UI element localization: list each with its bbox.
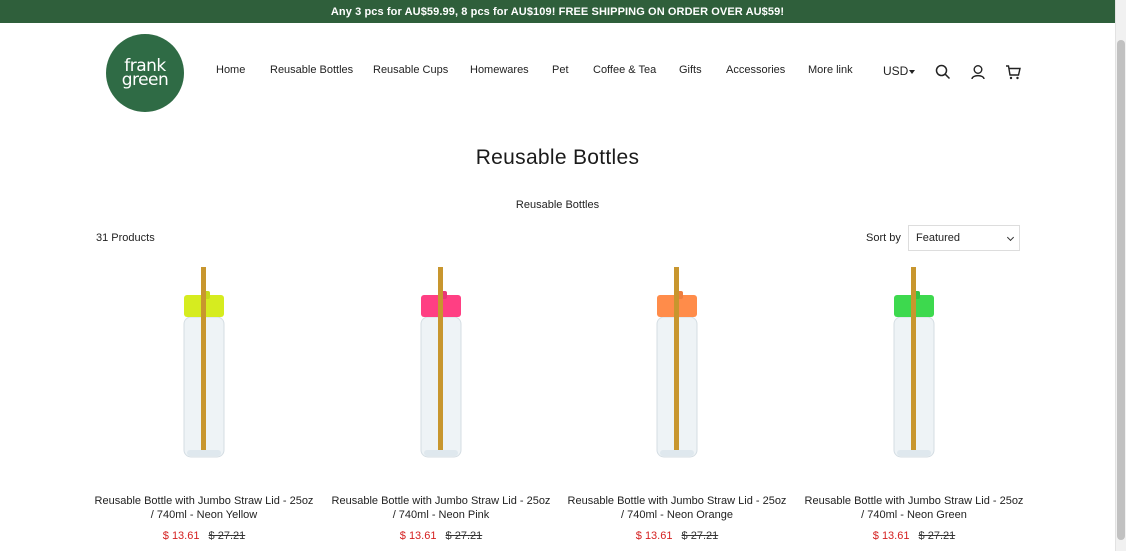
nav-item-coffee-tea[interactable]: Coffee & Tea bbox=[593, 64, 656, 76]
original-price: $ 27.21 bbox=[681, 530, 719, 542]
sale-price: $ 13.61 bbox=[635, 530, 673, 542]
product-price: $ 13.61 $ 27.21 bbox=[567, 530, 787, 542]
product-image[interactable] bbox=[408, 265, 474, 465]
sale-price: $ 13.61 bbox=[872, 530, 910, 542]
nav-item-reusable-cups[interactable]: Reusable Cups bbox=[373, 64, 448, 76]
nav-item-gifts[interactable]: Gifts bbox=[679, 64, 702, 76]
sort-label: Sort by bbox=[866, 232, 901, 244]
product-title[interactable]: Reusable Bottle with Jumbo Straw Lid - 2… bbox=[94, 494, 314, 522]
site-header: frank green Home Reusable Bottles Reusab… bbox=[0, 23, 1115, 123]
product-price: $ 13.61 $ 27.21 bbox=[331, 530, 551, 542]
nav-item-reusable-bottles[interactable]: Reusable Bottles bbox=[270, 64, 353, 76]
chevron-down-icon bbox=[1006, 233, 1015, 242]
product-image[interactable] bbox=[644, 265, 710, 465]
product-card[interactable]: Reusable Bottle with Jumbo Straw Lid - 2… bbox=[331, 265, 551, 551]
product-card[interactable]: Reusable Bottle with Jumbo Straw Lid - 2… bbox=[567, 265, 787, 551]
product-price: $ 13.61 $ 27.21 bbox=[94, 530, 314, 542]
sale-price: $ 13.61 bbox=[162, 530, 200, 542]
logo[interactable]: frank green bbox=[106, 34, 184, 112]
announcement-text: Any 3 pcs for AU$59.99, 8 pcs for AU$109… bbox=[330, 5, 785, 18]
original-price: $ 27.21 bbox=[918, 530, 956, 542]
product-count: 31 Products bbox=[96, 232, 155, 244]
product-title[interactable]: Reusable Bottle with Jumbo Straw Lid - 2… bbox=[331, 494, 551, 522]
product-image[interactable] bbox=[171, 265, 237, 465]
sale-price: $ 13.61 bbox=[399, 530, 437, 542]
logo-text-line2: green bbox=[121, 70, 169, 90]
nav-item-home[interactable]: Home bbox=[216, 64, 245, 76]
scrollbar[interactable] bbox=[1115, 0, 1126, 551]
cart-icon[interactable] bbox=[1005, 64, 1021, 80]
original-price: $ 27.21 bbox=[445, 530, 483, 542]
product-image[interactable] bbox=[881, 265, 947, 465]
page-title: Reusable Bottles bbox=[475, 146, 640, 169]
product-price: $ 13.61 $ 27.21 bbox=[804, 530, 1024, 542]
product-card[interactable]: Reusable Bottle with Jumbo Straw Lid - 2… bbox=[94, 265, 314, 551]
currency-selector[interactable]: USD bbox=[883, 64, 908, 78]
nav-item-more-link[interactable]: More link bbox=[808, 64, 853, 76]
nav-item-homewares[interactable]: Homewares bbox=[470, 64, 529, 76]
announcement-bar: Any 3 pcs for AU$59.99, 8 pcs for AU$109… bbox=[0, 0, 1115, 23]
chevron-down-icon[interactable] bbox=[909, 70, 915, 74]
user-icon[interactable] bbox=[970, 64, 986, 80]
nav-item-pet[interactable]: Pet bbox=[552, 64, 569, 76]
breadcrumb[interactable]: Reusable Bottles bbox=[0, 199, 1115, 211]
product-title[interactable]: Reusable Bottle with Jumbo Straw Lid - 2… bbox=[567, 494, 787, 522]
product-card[interactable]: Reusable Bottle with Jumbo Straw Lid - 2… bbox=[804, 265, 1024, 551]
scrollbar-thumb[interactable] bbox=[1117, 40, 1125, 540]
product-title[interactable]: Reusable Bottle with Jumbo Straw Lid - 2… bbox=[804, 494, 1024, 522]
sort-select[interactable]: Featured bbox=[908, 225, 1020, 251]
search-icon[interactable] bbox=[935, 64, 951, 80]
sort-select-value: Featured bbox=[916, 232, 961, 244]
nav-item-accessories[interactable]: Accessories bbox=[726, 64, 785, 76]
original-price: $ 27.21 bbox=[208, 530, 246, 542]
